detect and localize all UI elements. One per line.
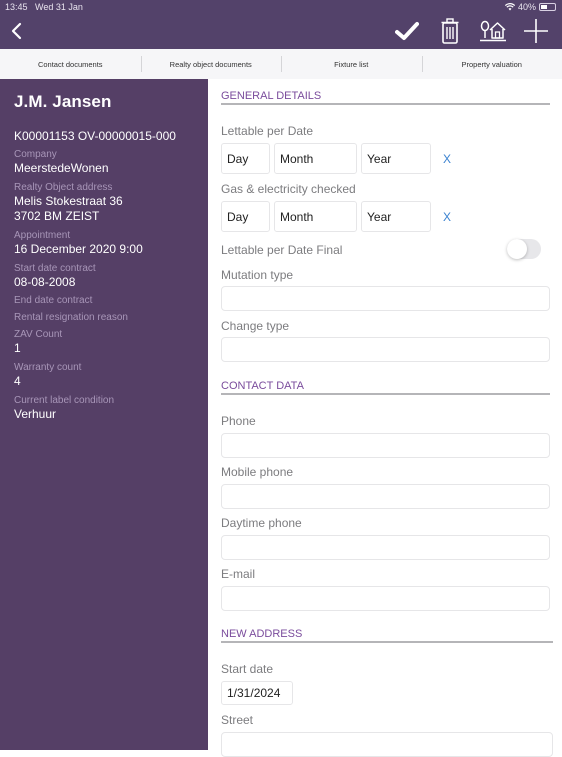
save-button[interactable] <box>392 17 422 45</box>
lettable-per-date-final-toggle[interactable] <box>507 239 541 259</box>
gas-day-field[interactable]: Day <box>221 201 270 232</box>
email-label: E-mail <box>221 567 255 581</box>
status-time: 13:45 Wed 31 Jan <box>5 2 83 12</box>
contact-name: J.M. Jansen <box>14 92 208 112</box>
lettable-month-field[interactable]: Month <box>274 143 357 174</box>
company-value: MeerstedeWonen <box>14 161 208 176</box>
lettable-per-date-final-label: Lettable per Date Final <box>221 243 342 257</box>
property-button[interactable] <box>478 17 508 45</box>
phone-input[interactable] <box>221 433 550 458</box>
start-date-label: Start date <box>221 662 273 676</box>
contact-summary-sidebar: J.M. Jansen K00001153 OV-00000015-000 Co… <box>0 79 208 750</box>
back-chevron-icon <box>8 20 28 42</box>
label-condition-label: Current label condition <box>14 395 208 407</box>
start-date-input[interactable]: 1/31/2024 <box>221 681 293 705</box>
appointment-label: Appointment <box>14 230 208 242</box>
address-line-1: Melis Stokestraat 36 <box>14 194 208 209</box>
start-date-contract-value: 08-08-2008 <box>14 275 208 290</box>
label-condition-value: Verhuur <box>14 407 208 422</box>
change-type-label: Change type <box>221 319 289 333</box>
tab-property-valuation[interactable]: Property valuation <box>422 49 562 79</box>
section-general-details: GENERAL DETAILS <box>221 90 550 105</box>
address-label: Realty Object address <box>14 182 208 194</box>
change-type-input[interactable] <box>221 337 550 362</box>
tab-realty-object-documents[interactable]: Realty object documents <box>141 49 282 79</box>
details-form: GENERAL DETAILS Lettable per Date Day Mo… <box>208 79 562 750</box>
back-button[interactable] <box>8 20 28 42</box>
tab-contact-documents[interactable]: Contact documents <box>0 49 141 79</box>
mutation-type-input[interactable] <box>221 286 550 311</box>
lettable-year-field[interactable]: Year <box>361 143 431 174</box>
toggle-knob <box>507 239 527 259</box>
gas-electricity-checked-label: Gas & electricity checked <box>221 182 356 196</box>
zav-count-value: 1 <box>14 341 208 356</box>
lettable-clear-button[interactable]: X <box>443 152 451 166</box>
delete-button[interactable] <box>435 17 465 45</box>
battery-icon <box>539 3 556 11</box>
gas-year-field[interactable]: Year <box>361 201 431 232</box>
top-navigation-bar: 13:45 Wed 31 Jan 40% <box>0 0 562 49</box>
street-label: Street <box>221 713 253 727</box>
lettable-per-date-label: Lettable per Date <box>221 124 313 138</box>
phone-label: Phone <box>221 414 256 428</box>
lettable-day-field[interactable]: Day <box>221 143 270 174</box>
zav-count-label: ZAV Count <box>14 329 208 341</box>
gas-month-field[interactable]: Month <box>274 201 357 232</box>
mobile-phone-input[interactable] <box>221 484 550 509</box>
email-input[interactable] <box>221 586 550 611</box>
mobile-phone-label: Mobile phone <box>221 465 293 479</box>
street-input[interactable] <box>221 732 553 757</box>
section-new-address: NEW ADDRESS <box>221 628 553 643</box>
gas-electricity-date-picker: Day Month Year X <box>221 201 451 232</box>
gas-clear-button[interactable]: X <box>443 210 451 224</box>
warranty-count-value: 4 <box>14 374 208 389</box>
contact-code: K00001153 OV-00000015-000 <box>14 129 208 143</box>
daytime-phone-label: Daytime phone <box>221 516 302 530</box>
appointment-value: 16 December 2020 9:00 <box>14 242 208 257</box>
checkmark-icon <box>395 21 419 41</box>
warranty-count-label: Warranty count <box>14 362 208 374</box>
wifi-icon <box>505 3 515 11</box>
section-contact-data: CONTACT DATA <box>221 380 550 395</box>
tree-house-icon <box>479 19 507 43</box>
document-tabs: Contact documents Realty object document… <box>0 49 562 79</box>
address-line-2: 3702 BM ZEIST <box>14 209 208 224</box>
trash-icon <box>441 18 459 44</box>
add-button[interactable] <box>521 17 551 45</box>
status-right: 40% <box>505 2 556 12</box>
rental-resignation-reason-label: Rental resignation reason <box>14 312 208 324</box>
end-date-contract-label: End date contract <box>14 295 208 307</box>
lettable-per-date-picker: Day Month Year X <box>221 143 451 174</box>
mutation-type-label: Mutation type <box>221 268 293 282</box>
tab-fixture-list[interactable]: Fixture list <box>281 49 422 79</box>
plus-icon <box>523 18 549 44</box>
company-label: Company <box>14 149 208 161</box>
battery-percent: 40% <box>518 2 536 12</box>
daytime-phone-input[interactable] <box>221 535 550 560</box>
start-date-contract-label: Start date contract <box>14 263 208 275</box>
